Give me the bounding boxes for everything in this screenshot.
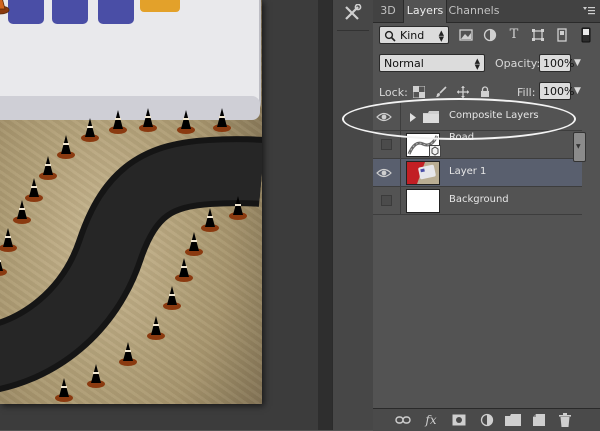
trash-icon[interactable] — [557, 413, 573, 427]
panel-menu-icon[interactable] — [582, 5, 596, 17]
updown-icon: ▲ ▼ — [438, 29, 444, 43]
scene-artwork — [0, 0, 262, 403]
new-layer-icon[interactable] — [531, 413, 547, 427]
layer-thumbnail — [406, 161, 440, 185]
row-divider — [400, 187, 401, 214]
fill-label: Fill: — [517, 86, 536, 99]
blend-mode-value: Normal — [384, 57, 424, 70]
highlight-ellipse — [342, 98, 576, 140]
filter-kind-label: Kind — [400, 29, 425, 42]
layers-scrollbar[interactable]: ▼ — [573, 132, 586, 162]
filter-toggle-icon[interactable] — [579, 27, 593, 43]
canvas-gutter — [318, 0, 332, 430]
visibility-toggle[interactable] — [381, 195, 392, 206]
filter-kind-dropdown[interactable]: Kind ▲ ▼ — [379, 26, 449, 44]
fill-value: 100% — [543, 85, 575, 98]
document-image[interactable] — [0, 0, 262, 404]
updown-icon: ▲ ▼ — [474, 57, 480, 71]
tab-channels[interactable]: Channels — [447, 0, 501, 22]
layer-row-background[interactable]: Background — [373, 187, 582, 215]
layers-panel: 3D Layers Channels Kind ▲ ▼ T Normal ▲ ▼… — [373, 0, 600, 431]
blend-mode-dropdown[interactable]: Normal ▲ ▼ — [379, 54, 485, 72]
search-icon — [384, 30, 396, 42]
tab-3d[interactable]: 3D — [373, 0, 403, 22]
layer-name[interactable]: Background — [449, 194, 509, 205]
visibility-toggle[interactable] — [381, 139, 392, 150]
shape-filter-icon[interactable] — [531, 28, 545, 42]
tab-layers[interactable]: Layers — [403, 0, 447, 23]
image-filter-icon[interactable] — [459, 28, 473, 42]
tools-icon[interactable] — [339, 2, 367, 24]
lock-transparent-icon[interactable] — [413, 86, 425, 98]
adjustment-layer-icon[interactable] — [479, 413, 495, 427]
scroll-down-icon: ▼ — [576, 143, 581, 150]
opacity-label: Opacity: — [495, 57, 541, 70]
lock-all-icon[interactable] — [479, 86, 491, 98]
layers-footer: fx — [373, 408, 600, 431]
fx-icon[interactable]: fx — [423, 413, 439, 427]
fill-field[interactable]: 100% — [539, 82, 575, 100]
opacity-value: 100% — [543, 57, 575, 70]
document-canvas-area[interactable] — [0, 0, 332, 430]
panel-tabbar: 3D Layers Channels — [373, 0, 600, 23]
link-layers-icon[interactable] — [395, 413, 411, 427]
opacity-dropdown-icon[interactable]: ▼ — [574, 58, 581, 68]
lock-label: Lock: — [379, 86, 408, 99]
lock-brush-icon[interactable] — [435, 86, 447, 98]
new-group-icon[interactable] — [505, 413, 521, 427]
lock-position-icon[interactable] — [457, 86, 469, 98]
panel-tool-strip — [332, 0, 374, 430]
opacity-field[interactable]: 100% — [539, 54, 575, 72]
smart-object-filter-icon[interactable] — [555, 28, 569, 42]
add-mask-icon[interactable] — [451, 413, 467, 427]
row-divider — [400, 159, 401, 186]
eye-icon[interactable] — [376, 166, 392, 180]
layer-thumbnail — [406, 189, 440, 213]
fill-dropdown-icon[interactable]: ▼ — [574, 86, 581, 96]
smart-object-icon — [429, 145, 441, 157]
layer-row-layer-1[interactable]: Layer 1 — [373, 159, 582, 187]
type-filter-icon[interactable]: T — [507, 28, 521, 42]
layer-name[interactable]: Layer 1 — [449, 166, 486, 177]
layers-list: Composite Layers Road Layer 1 Background — [373, 103, 582, 403]
tool-separator — [337, 30, 369, 31]
adjustment-filter-icon[interactable] — [483, 28, 497, 42]
